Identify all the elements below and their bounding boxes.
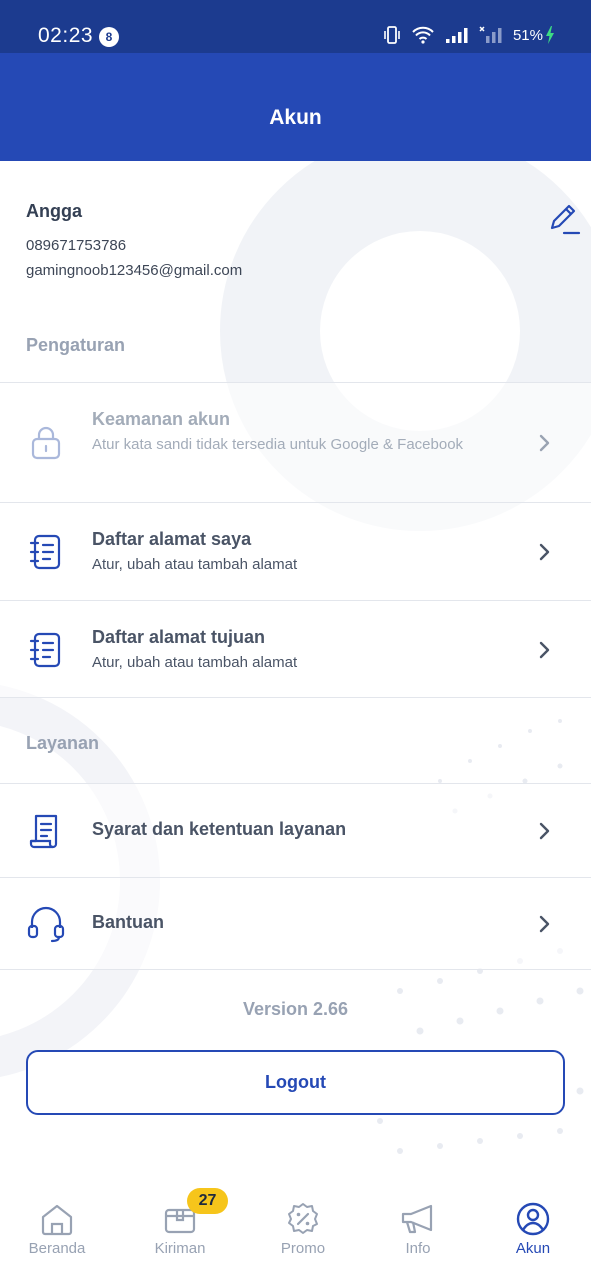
page-title: Akun xyxy=(269,106,322,129)
nav-item-beranda[interactable]: Beranda xyxy=(7,1202,107,1257)
settings-item-my-addresses[interactable]: Daftar alamat saya Atur, ubah atau tamba… xyxy=(0,502,591,600)
settings-item-subtitle: Atur, ubah atau tambah alamat xyxy=(92,654,298,671)
battery-level: 51% xyxy=(512,26,543,44)
services-item-text: Bantuan xyxy=(92,912,511,933)
signal-icon xyxy=(445,28,468,43)
nav-label: Promo xyxy=(280,1240,326,1257)
settings-item-text: Keamanan akun Atur kata sandi tidak ters… xyxy=(92,409,511,456)
nav-label: Akun xyxy=(515,1240,551,1257)
bottom-nav: Beranda Kiriman 27 Promo Info Akun xyxy=(0,1180,591,1280)
headset-icon xyxy=(27,906,65,943)
services-item-terms[interactable]: Syarat dan ketentuan layanan xyxy=(0,783,591,877)
address-book-icon xyxy=(29,632,61,668)
app-bar: Akun xyxy=(0,53,591,161)
chevron-right-icon xyxy=(539,543,550,561)
settings-item-text: Daftar alamat tujuan Atur, ubah atau tam… xyxy=(92,627,511,674)
nav-label: Info xyxy=(405,1240,431,1257)
settings-item-title: Keamanan akun xyxy=(92,409,231,429)
pencil-icon xyxy=(550,204,581,235)
megaphone-icon xyxy=(401,1204,433,1234)
status-bar: 02:23 8 51% xyxy=(0,0,591,53)
profile-phone: 089671753786 xyxy=(26,237,127,254)
status-icons: 51% xyxy=(383,25,555,45)
charging-icon xyxy=(546,26,554,44)
signal-off-icon xyxy=(479,26,502,43)
account-content: Angga 089671753786 gamingnoob123456@gmai… xyxy=(0,161,591,1180)
services-section-title: Layanan xyxy=(26,733,100,753)
edit-profile-button[interactable] xyxy=(546,201,582,237)
wifi-icon xyxy=(412,26,434,44)
nav-item-promo[interactable]: Promo xyxy=(253,1202,353,1257)
chevron-right-icon xyxy=(539,641,550,659)
chevron-right-icon xyxy=(539,822,550,840)
document-icon xyxy=(29,814,58,849)
settings-item-subtitle: Atur, ubah atau tambah alamat xyxy=(92,556,298,573)
services-item-title: Syarat dan ketentuan layanan xyxy=(92,819,347,839)
nav-item-akun[interactable]: Akun xyxy=(483,1202,583,1257)
lock-icon xyxy=(31,426,61,460)
shipment-count-badge: 27 xyxy=(187,1188,228,1214)
profile-info: Angga 089671753786 gamingnoob123456@gmai… xyxy=(26,201,242,279)
notification-count-badge: 8 xyxy=(99,27,119,47)
promo-icon xyxy=(288,1203,318,1234)
vibrate-icon xyxy=(384,26,400,44)
chevron-right-icon xyxy=(539,434,550,452)
services-item-help[interactable]: Bantuan xyxy=(0,877,591,970)
services-item-text: Syarat dan ketentuan layanan xyxy=(92,819,511,840)
home-icon xyxy=(41,1204,73,1236)
chevron-right-icon xyxy=(539,915,550,933)
nav-label: Kiriman xyxy=(154,1240,206,1257)
settings-section-title: Pengaturan xyxy=(26,335,126,355)
app-version: Version 2.66 xyxy=(242,999,349,1019)
profile-name: Angga xyxy=(26,201,82,221)
settings-item-destination-addresses[interactable]: Daftar alamat tujuan Atur, ubah atau tam… xyxy=(0,600,591,698)
account-icon xyxy=(516,1202,550,1236)
settings-item-title: Daftar alamat tujuan xyxy=(92,627,266,647)
settings-item-text: Daftar alamat saya Atur, ubah atau tamba… xyxy=(92,529,511,576)
settings-item-account-security[interactable]: Keamanan akun Atur kata sandi tidak ters… xyxy=(0,382,591,502)
settings-item-title: Daftar alamat saya xyxy=(92,529,252,549)
services-item-title: Bantuan xyxy=(92,912,164,932)
address-book-icon xyxy=(29,534,61,570)
status-time: 02:23 xyxy=(38,24,94,47)
logout-button[interactable]: Logout xyxy=(26,1050,565,1115)
settings-item-subtitle: Atur kata sandi tidak tersedia untuk Goo… xyxy=(92,436,464,453)
nav-label: Beranda xyxy=(28,1240,86,1257)
nav-item-info[interactable]: Info xyxy=(368,1202,468,1257)
profile-email: gamingnoob123456@gmail.com xyxy=(26,262,243,279)
